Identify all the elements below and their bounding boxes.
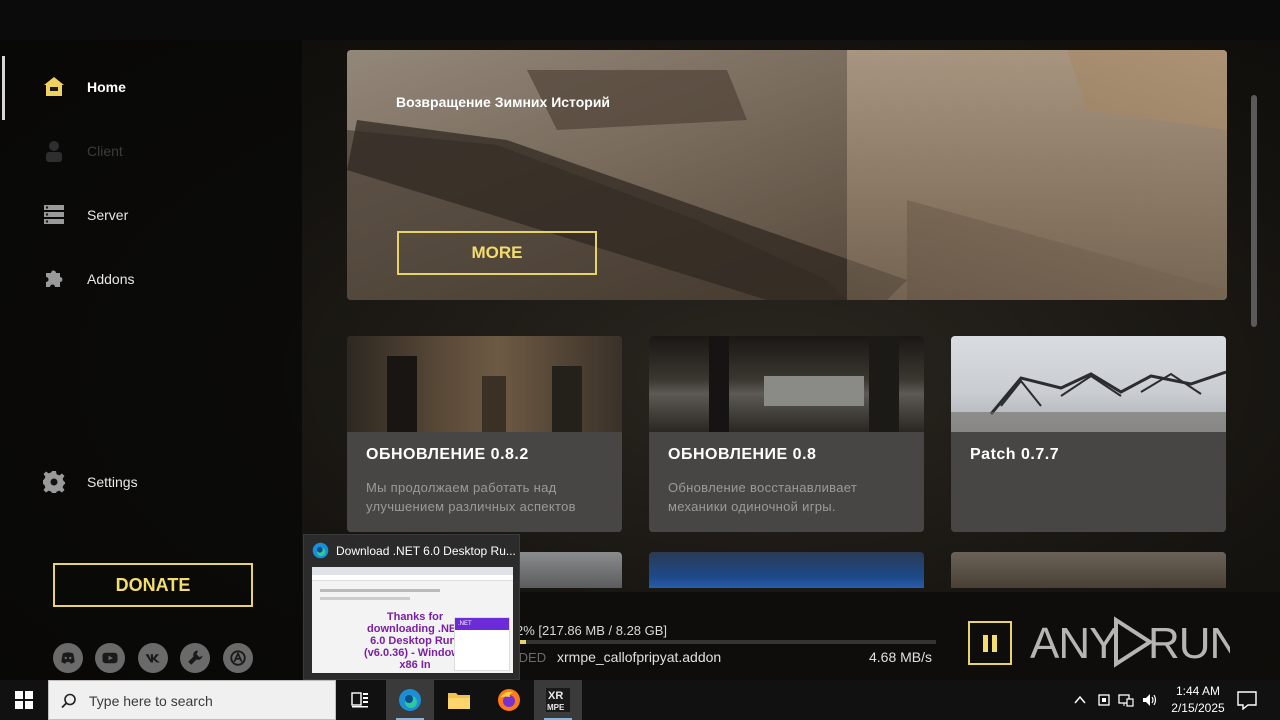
news-card-partial[interactable]: [951, 552, 1226, 588]
sidebar: Home Client Server Addons Settings DONAT…: [0, 40, 302, 680]
launcher-window: Возвращение Зимних Историй MORE ОБНОВЛЕН…: [0, 0, 1280, 680]
popup-title: Download .NET 6.0 Desktop Ru...: [336, 544, 516, 558]
client-icon: [46, 141, 62, 162]
hero-title: Возвращение Зимних Историй: [396, 94, 611, 110]
sidebar-item-settings[interactable]: Settings: [0, 460, 300, 504]
sidebar-item-server[interactable]: Server: [0, 193, 300, 237]
home-icon: [44, 77, 64, 96]
sidebar-item-addons[interactable]: Addons: [0, 257, 300, 301]
windows-icon: [15, 691, 33, 709]
edge-icon: [312, 542, 329, 559]
search-icon: [61, 693, 76, 709]
sidebar-item-label: Client: [87, 143, 123, 159]
hero-banner[interactable]: Возвращение Зимних Историй MORE: [347, 50, 1227, 300]
discord-icon[interactable]: [53, 643, 83, 673]
taskbar-app-edge[interactable]: [386, 680, 434, 720]
news-card-body: Patch 0.7.7: [951, 432, 1226, 532]
sidebar-item-label: Home: [87, 79, 126, 95]
clock-date: 2/15/2025: [1171, 701, 1225, 715]
clock-time: 1:44 AM: [1175, 684, 1221, 698]
puzzle-icon: [46, 270, 63, 287]
download-file-name: xrmpe_callofpripyat.addon: [557, 649, 722, 665]
xrmpe-icon-letters: XR: [548, 690, 563, 702]
taskbar-app-xrmpe[interactable]: XR MPE: [534, 680, 582, 720]
search-placeholder: Type here to search: [89, 693, 213, 709]
hero-more-button[interactable]: MORE: [397, 231, 597, 275]
download-progress-bar: [518, 640, 936, 644]
thumb-line: [320, 597, 410, 600]
wrench-icon[interactable]: [180, 643, 210, 673]
anyrun-logo-icon: ANY RUN: [1030, 616, 1230, 668]
news-card-partial[interactable]: [649, 552, 924, 588]
pause-icon: [992, 634, 997, 652]
thumb-side-panel: .NET: [454, 617, 510, 671]
firefox-icon: [498, 689, 520, 711]
sidebar-item-home[interactable]: Home: [0, 65, 300, 109]
title-bar: [0, 0, 1280, 40]
vk-icon[interactable]: [138, 643, 168, 673]
youtube-icon[interactable]: [95, 643, 125, 673]
news-card-body: ОБНОВЛЕНИЕ 0.8 Обновление восстанавливае…: [649, 432, 924, 532]
news-card-title: ОБНОВЛЕНИЕ 0.8: [668, 446, 817, 463]
news-card-title: Patch 0.7.7: [970, 446, 1060, 463]
hero-image-right: [847, 50, 1227, 300]
news-card[interactable]: ОБНОВЛЕНИЕ 0.8 Обновление восстанавливае…: [649, 336, 924, 532]
sidebar-item-client[interactable]: Client: [0, 129, 300, 173]
thumb-line: [320, 589, 440, 592]
download-progress-text: 2% [217.86 MB / 8.28 GB]: [516, 623, 668, 638]
popup-thumbnail: Thanks for downloading .NET 6.0 Desktop …: [312, 567, 513, 673]
start-button[interactable]: [0, 680, 48, 720]
news-card-desc: Мы продолжаем работать над улучшением ра…: [366, 480, 576, 514]
taskbar-search[interactable]: Type here to search: [48, 680, 336, 720]
network-icon[interactable]: [1118, 692, 1134, 708]
taskbar-preview-popup[interactable]: Download .NET 6.0 Desktop Ru... Thanks f…: [303, 534, 520, 680]
network-adapter-icon[interactable]: [1096, 692, 1112, 708]
task-view-icon: [351, 692, 368, 708]
pause-button[interactable]: [968, 621, 1012, 665]
xrmpe-icon-letters: MPE: [547, 703, 565, 712]
edge-icon: [399, 689, 421, 711]
news-card-image: [649, 336, 924, 432]
news-card-body: ОБНОВЛЕНИЕ 0.8.2 Мы продолжаем работать …: [347, 432, 622, 532]
anomaly-icon[interactable]: [223, 643, 253, 673]
news-card[interactable]: ОБНОВЛЕНИЕ 0.8.2 Мы продолжаем работать …: [347, 336, 622, 532]
taskbar: Type here to search XR MPE 1:44 AM 2/15/…: [0, 680, 1280, 720]
notification-icon[interactable]: [1236, 690, 1258, 710]
thumb-tabbar: [312, 567, 513, 575]
chevron-up-icon[interactable]: [1072, 692, 1088, 708]
donate-button[interactable]: DONATE: [53, 563, 253, 607]
task-view-button[interactable]: [336, 680, 384, 720]
clock[interactable]: 1:44 AM 2/15/2025: [1162, 683, 1234, 717]
sidebar-item-label: Addons: [87, 271, 135, 287]
volume-icon[interactable]: [1142, 692, 1158, 708]
news-card-title: ОБНОВЛЕНИЕ 0.8.2: [366, 446, 529, 463]
news-card[interactable]: Patch 0.7.7: [951, 336, 1226, 532]
thumb-addressbar: [312, 575, 513, 581]
sidebar-item-label: Server: [87, 207, 129, 223]
taskbar-app-firefox[interactable]: [485, 680, 533, 720]
sidebar-item-label: Settings: [87, 474, 138, 490]
xrmpe-launcher-icon: XR MPE: [546, 688, 570, 712]
server-icon: [44, 205, 64, 224]
watermark: ANY RUN: [1030, 612, 1230, 670]
gear-icon: [43, 471, 65, 493]
news-card-image: [347, 336, 622, 432]
news-card-image: [951, 336, 1226, 432]
taskbar-app-explorer[interactable]: [435, 680, 483, 720]
thumb-side-header: .NET: [455, 618, 509, 630]
news-card-desc: Обновление восстанавливает механики один…: [668, 480, 858, 514]
watermark-run: RUN: [1148, 619, 1230, 668]
pause-icon: [983, 634, 988, 652]
scrollbar-thumb[interactable]: [1251, 95, 1257, 327]
file-explorer-icon: [448, 693, 470, 709]
download-speed: 4.68 MB/s: [869, 649, 933, 665]
watermark-any: ANY: [1030, 619, 1118, 668]
